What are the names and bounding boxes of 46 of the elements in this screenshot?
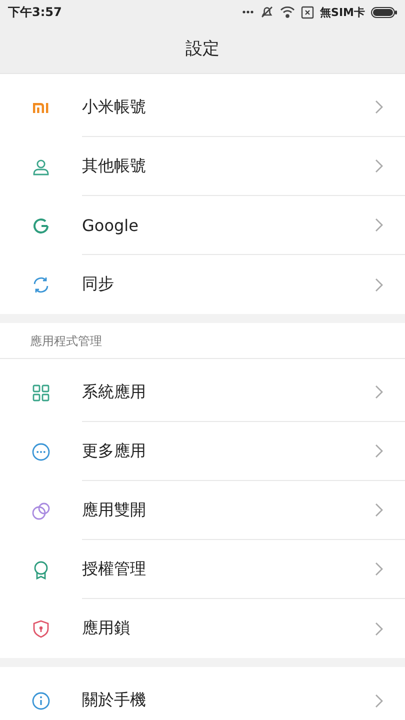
item-label: 授權管理 — [82, 558, 146, 580]
notification-dots-icon — [242, 10, 254, 14]
no-sim-icon — [301, 6, 314, 18]
chevron-icon — [375, 622, 383, 636]
carrier-label: 無SIM卡 — [320, 4, 365, 20]
shield-icon — [31, 618, 51, 638]
page-title: 設定 — [186, 38, 220, 60]
settings-item[interactable]: 其他帳號 — [0, 137, 405, 196]
chevron-icon — [375, 503, 383, 517]
person-icon — [31, 156, 51, 176]
item-label: 其他帳號 — [82, 156, 146, 176]
settings-item[interactable]: 同步 — [0, 255, 405, 314]
info-icon — [31, 690, 51, 710]
grid-icon — [31, 382, 51, 402]
sync-icon — [31, 274, 51, 294]
item-label: Google — [82, 216, 138, 234]
item-label: 應用鎖 — [82, 618, 130, 639]
wifi-icon — [280, 6, 296, 18]
chevron-icon — [375, 278, 383, 292]
settings-item[interactable]: 關於手機 — [0, 671, 405, 720]
settings-item[interactable]: 小米帳號 — [0, 78, 405, 137]
settings-item[interactable]: 授權管理 — [0, 540, 405, 599]
item-label: 小米帳號 — [82, 96, 146, 118]
circles-icon — [31, 500, 51, 520]
chevron-icon — [375, 100, 383, 114]
settings-item[interactable]: 應用雙開 — [0, 481, 405, 540]
settings-item[interactable]: 系統應用 — [0, 363, 405, 422]
settings-item[interactable]: Google — [0, 196, 405, 255]
status-time: 下午3:57 — [8, 4, 62, 20]
settings-item[interactable]: 應用鎖 — [0, 599, 405, 658]
chevron-icon — [375, 159, 383, 173]
muted-bell-icon — [260, 5, 274, 19]
chevron-icon — [375, 218, 383, 232]
chevron-icon — [375, 385, 383, 399]
chevron-icon — [375, 694, 383, 708]
item-label: 系統應用 — [82, 382, 146, 402]
item-label: 應用雙開 — [82, 500, 146, 520]
more-icon — [31, 442, 51, 462]
chevron-icon — [375, 562, 383, 576]
battery-icon — [371, 6, 397, 18]
item-label: 同步 — [82, 274, 114, 295]
item-label: 關於手機 — [82, 690, 146, 711]
g-logo-icon — [31, 216, 51, 236]
chevron-icon — [375, 444, 383, 458]
item-label: 更多應用 — [82, 440, 146, 462]
settings-item[interactable]: 更多應用 — [0, 422, 405, 481]
